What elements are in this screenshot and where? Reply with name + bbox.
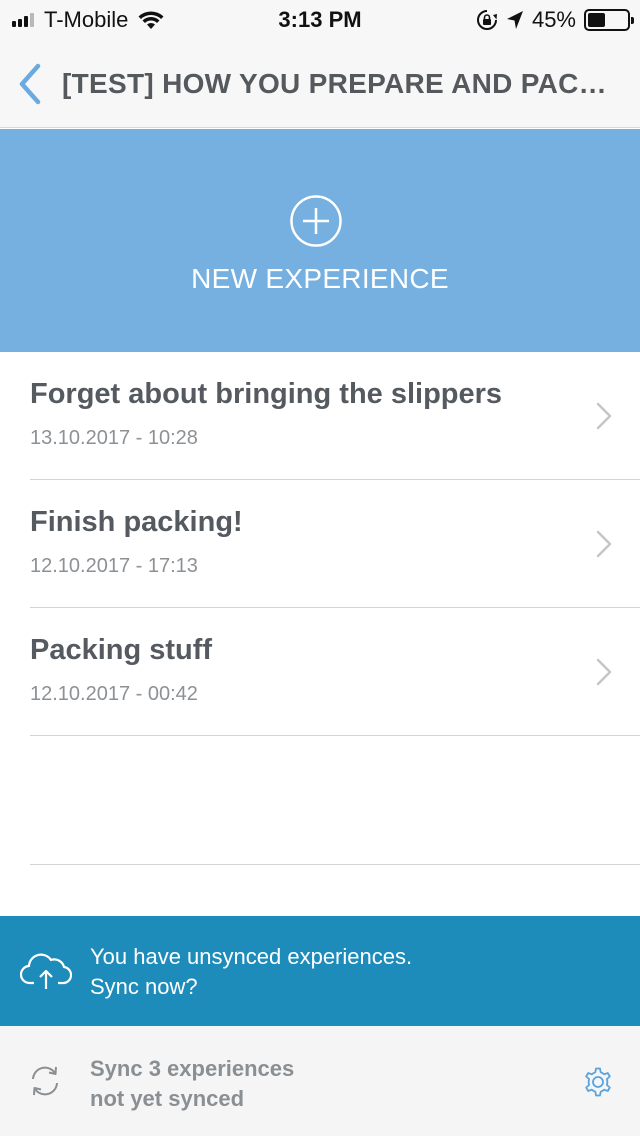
cloud-upload-icon (20, 953, 72, 989)
experience-list: Forget about bringing the slippers 13.10… (0, 352, 640, 736)
experience-title: Forget about bringing the slippers (30, 378, 503, 410)
unsynced-line-1: You have unsynced experiences. (90, 944, 413, 969)
orientation-lock-icon (476, 10, 497, 30)
sync-icon[interactable] (28, 1064, 62, 1098)
chevron-right-icon (596, 402, 612, 430)
experience-title: Packing stuff (30, 634, 213, 666)
experience-date: 12.10.2017 - 17:13 (30, 555, 198, 577)
status-bar: T-Mobile 3:13 PM 45% (0, 0, 640, 40)
list-item[interactable]: Forget about bringing the slippers 13.10… (30, 352, 640, 480)
sync-status: Sync 3 experiences not yet synced (90, 1054, 294, 1114)
new-experience-label: NEW EXPERIENCE (191, 263, 449, 294)
chevron-left-icon[interactable] (14, 60, 48, 108)
plus-circle-icon (290, 195, 342, 247)
gear-icon[interactable] (582, 1066, 614, 1098)
navigation-bar: [TEST] HOW YOU PREPARE AND PACK... (0, 40, 640, 128)
page-title: [TEST] HOW YOU PREPARE AND PACK... (62, 68, 614, 99)
chevron-right-icon (596, 658, 612, 686)
sync-footer: Sync 3 experiences not yet synced (0, 1026, 640, 1136)
new-experience-button[interactable]: NEW EXPERIENCE (0, 129, 640, 352)
location-arrow-icon (506, 11, 523, 29)
chevron-right-icon (596, 530, 612, 558)
battery-percent: 45% (531, 7, 576, 32)
experience-date: 12.10.2017 - 00:42 (30, 683, 198, 705)
sync-status-line-2: not yet synced (90, 1086, 245, 1111)
experience-title: Finish packing! (30, 506, 243, 538)
sync-now-banner[interactable]: You have unsynced experiences. Sync now? (0, 916, 640, 1026)
experience-date: 13.10.2017 - 10:28 (30, 427, 198, 449)
sync-status-line-1: Sync 3 experiences (90, 1056, 295, 1081)
status-right: 45% (468, 7, 634, 33)
list-item[interactable]: Finish packing! 12.10.2017 - 17:13 (30, 480, 640, 608)
battery-level (588, 13, 606, 27)
unsynced-line-2: Sync now? (90, 974, 198, 999)
unsynced-message: You have unsynced experiences. Sync now? (90, 942, 412, 1002)
battery-icon (584, 9, 634, 31)
list-item[interactable]: Packing stuff 12.10.2017 - 00:42 (30, 608, 640, 736)
list-divider (30, 864, 640, 865)
